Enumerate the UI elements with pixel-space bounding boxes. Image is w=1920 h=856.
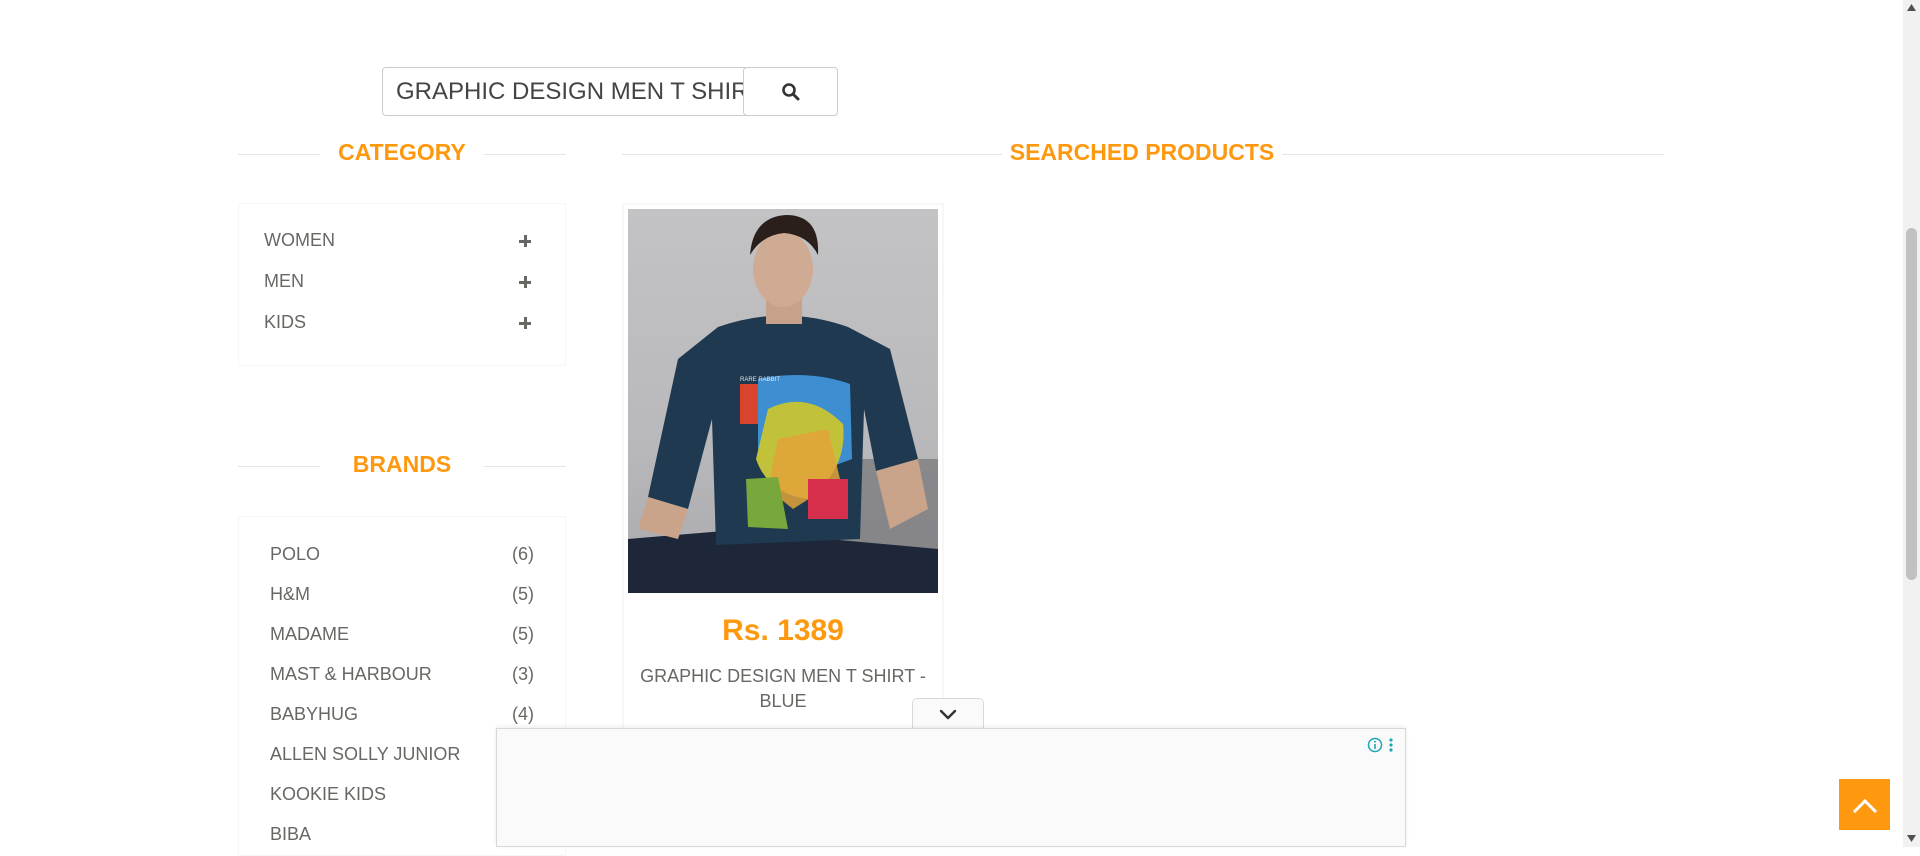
- category-title-line-left: [238, 154, 320, 155]
- results-title-line-right: [1282, 154, 1664, 155]
- search-input[interactable]: GRAPHIC DESIGN MEN T SHIRT: [382, 67, 754, 116]
- brand-count: (6): [512, 544, 534, 564]
- brand-count: (5): [512, 584, 534, 604]
- search-icon: [781, 82, 799, 100]
- brand-count: (5): [512, 624, 534, 644]
- brand-item-babyhug[interactable]: BABYHUG: [270, 704, 358, 725]
- brand-item-allen-solly-junior[interactable]: ALLEN SOLLY JUNIOR: [270, 744, 460, 765]
- brand-item-mast-harbour[interactable]: MAST & HARBOUR: [270, 664, 432, 685]
- plus-icon[interactable]: [516, 273, 534, 291]
- brand-count: (3): [512, 664, 534, 684]
- tshirt-print-text: RARE RABBIT: [740, 377, 780, 383]
- chevron-down-icon: [939, 709, 957, 719]
- chevron-up-icon: [1852, 798, 1877, 813]
- product-price: Rs. 1389: [722, 614, 844, 647]
- search-button[interactable]: [743, 67, 838, 116]
- plus-icon[interactable]: [516, 232, 534, 250]
- brands-title-line-right: [484, 466, 566, 467]
- brands-title: BRANDS: [352, 451, 452, 477]
- product-name[interactable]: GRAPHIC DESIGN MEN T SHIRT - BLUE: [636, 664, 930, 714]
- brand-item-polo[interactable]: POLO: [270, 544, 320, 565]
- ad-collapse-button[interactable]: [912, 698, 984, 730]
- results-title-line-left: [622, 154, 1002, 155]
- more-vertical-icon[interactable]: [1387, 737, 1395, 753]
- category-item-women[interactable]: WOMEN: [264, 230, 335, 251]
- brand-item-madame[interactable]: MADAME: [270, 624, 349, 645]
- scrollbar-thumb[interactable]: [1906, 228, 1917, 580]
- ad-banner[interactable]: [496, 728, 1406, 847]
- scrollbar-up-arrow-icon[interactable]: [1906, 3, 1917, 12]
- brands-title-line-left: [238, 466, 320, 467]
- brand-count: (4): [512, 704, 534, 724]
- scroll-to-top-button[interactable]: [1839, 779, 1890, 830]
- brand-item-biba[interactable]: BIBA: [270, 824, 311, 845]
- product-photo: RARE RABBIT: [628, 215, 938, 593]
- category-item-men[interactable]: MEN: [264, 271, 304, 292]
- brand-item-hm[interactable]: H&M: [270, 584, 310, 605]
- product-image[interactable]: RARE RABBIT: [628, 209, 938, 593]
- category-title: CATEGORY: [338, 139, 466, 165]
- plus-icon[interactable]: [516, 314, 534, 332]
- scrollbar-down-arrow-icon[interactable]: [1906, 834, 1917, 843]
- results-title: SEARCHED PRODUCTS: [1009, 139, 1275, 165]
- brand-item-kookie-kids[interactable]: KOOKIE KIDS: [270, 784, 386, 805]
- category-item-kids[interactable]: KIDS: [264, 312, 306, 333]
- category-title-line-right: [484, 154, 566, 155]
- info-icon[interactable]: [1367, 737, 1383, 753]
